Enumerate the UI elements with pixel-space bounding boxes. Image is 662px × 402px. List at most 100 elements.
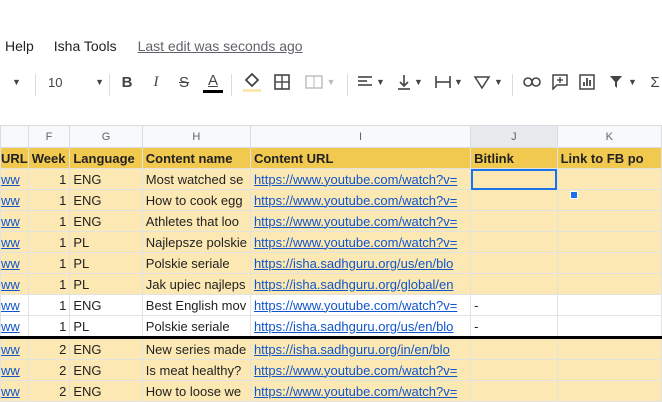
cell-language[interactable]: ENG: [69, 336, 143, 360]
cell-week[interactable]: 2: [27, 359, 71, 381]
column-header-h[interactable]: H: [141, 125, 251, 148]
cell-week[interactable]: 1: [27, 231, 71, 253]
insert-comment-button[interactable]: [549, 68, 571, 96]
fill-handle[interactable]: [570, 191, 578, 199]
header-cell-content-url[interactable]: Content URL: [249, 147, 472, 169]
filter-button[interactable]: ▼: [606, 68, 640, 96]
cell-week[interactable]: 1: [27, 294, 71, 316]
cell-content-name[interactable]: How to loose we: [141, 380, 251, 402]
cell-url[interactable]: ww: [0, 336, 29, 360]
text-wrap-button[interactable]: ▼: [434, 68, 464, 96]
cell-week[interactable]: 1: [27, 168, 71, 190]
cell-fb-link[interactable]: [556, 315, 662, 338]
cell-url[interactable]: ww: [0, 359, 29, 381]
cell-language[interactable]: ENG: [69, 189, 143, 211]
cell-content-name[interactable]: Athletes that loo: [141, 210, 251, 232]
cell-url[interactable]: ww: [0, 168, 29, 190]
cell-content-url[interactable]: https://isha.sadhguru.org/global/en: [249, 273, 472, 295]
cell-url[interactable]: ww: [0, 252, 29, 274]
cell-url[interactable]: ww: [0, 231, 29, 253]
menu-help[interactable]: Help: [5, 38, 34, 54]
insert-chart-button[interactable]: [576, 68, 598, 96]
cell-content-url[interactable]: https://isha.sadhguru.org/us/en/blo: [249, 315, 472, 338]
cell-url[interactable]: ww: [0, 380, 29, 402]
cell-language[interactable]: PL: [69, 252, 143, 274]
cell-language[interactable]: ENG: [69, 210, 143, 232]
strikethrough-button[interactable]: S: [175, 68, 193, 96]
cell-week[interactable]: 1: [27, 315, 71, 338]
cell-bitlink[interactable]: [470, 336, 558, 360]
insert-link-button[interactable]: [521, 68, 543, 96]
cell-content-name[interactable]: Best English mov: [141, 294, 251, 316]
header-cell-url[interactable]: URL: [0, 147, 29, 169]
header-cell-language[interactable]: Language: [69, 147, 143, 169]
cell-bitlink[interactable]: -: [470, 294, 558, 316]
cell-bitlink[interactable]: [470, 189, 558, 211]
cell-url[interactable]: ww: [0, 189, 29, 211]
cell-week[interactable]: 1: [27, 252, 71, 274]
cell-bitlink[interactable]: -: [470, 315, 558, 338]
cell-url[interactable]: ww: [0, 210, 29, 232]
cell-url[interactable]: ww: [0, 294, 29, 316]
cell-content-name[interactable]: Is meat healthy?: [141, 359, 251, 381]
cell-fb-link[interactable]: [556, 380, 662, 402]
cell-content-url[interactable]: https://www.youtube.com/watch?v=: [249, 231, 472, 253]
horizontal-align-button[interactable]: ▼: [356, 68, 386, 96]
cell-content-url[interactable]: https://www.youtube.com/watch?v=: [249, 294, 472, 316]
cell-fb-link[interactable]: [556, 252, 662, 274]
text-color-button[interactable]: A: [202, 68, 224, 96]
cell-language[interactable]: PL: [69, 315, 143, 338]
borders-button[interactable]: [272, 68, 292, 96]
cell-content-name[interactable]: New series made: [141, 336, 251, 360]
merge-cells-button[interactable]: ▼: [302, 68, 338, 96]
cell-content-name[interactable]: Most watched se: [141, 168, 251, 190]
column-header-f[interactable]: F: [27, 125, 71, 148]
cell-url[interactable]: ww: [0, 273, 29, 295]
column-header-k[interactable]: K: [556, 125, 662, 148]
cell-language[interactable]: ENG: [69, 294, 143, 316]
bold-button[interactable]: B: [118, 68, 136, 96]
vertical-align-button[interactable]: ▼: [395, 68, 425, 96]
cell-content-url[interactable]: https://www.youtube.com/watch?v=: [249, 380, 472, 402]
column-header-g[interactable]: G: [69, 125, 143, 148]
cell-content-url[interactable]: https://www.youtube.com/watch?v=: [249, 189, 472, 211]
header-cell-content-name[interactable]: Content name: [141, 147, 251, 169]
cell-week[interactable]: 2: [27, 336, 71, 360]
cell-fb-link[interactable]: [556, 273, 662, 295]
cell-url[interactable]: ww: [0, 315, 29, 338]
cell-content-url[interactable]: https://isha.sadhguru.org/us/en/blo: [249, 252, 472, 274]
cell-fb-link[interactable]: [556, 231, 662, 253]
cell-content-name[interactable]: Polskie seriale: [141, 315, 251, 338]
cell-bitlink-active[interactable]: [470, 168, 558, 190]
cell-language[interactable]: ENG: [69, 380, 143, 402]
cell-content-name[interactable]: How to cook egg: [141, 189, 251, 211]
cell-fb-link[interactable]: [556, 210, 662, 232]
column-header-e[interactable]: [0, 125, 29, 148]
menu-isha-tools[interactable]: Isha Tools: [54, 38, 117, 54]
cell-language[interactable]: PL: [69, 273, 143, 295]
italic-button[interactable]: I: [147, 68, 165, 96]
cell-bitlink[interactable]: [470, 273, 558, 295]
cell-fb-link[interactable]: [556, 294, 662, 316]
cell-content-name[interactable]: Jak upiec najleps: [141, 273, 251, 295]
cell-content-name[interactable]: Polskie seriale: [141, 252, 251, 274]
font-size-select[interactable]: 10 ▼: [48, 68, 104, 96]
cell-bitlink[interactable]: [470, 359, 558, 381]
cell-content-url[interactable]: https://www.youtube.com/watch?v=: [249, 168, 472, 190]
header-cell-week[interactable]: Week: [27, 147, 71, 169]
cell-fb-link[interactable]: [556, 168, 662, 190]
cell-language[interactable]: ENG: [69, 168, 143, 190]
cell-week[interactable]: 1: [27, 189, 71, 211]
cell-language[interactable]: PL: [69, 231, 143, 253]
column-header-i[interactable]: I: [249, 125, 472, 148]
cell-content-name[interactable]: Najlepsze polskie: [141, 231, 251, 253]
fill-color-button[interactable]: [240, 68, 264, 96]
header-cell-fb-link[interactable]: Link to FB po: [556, 147, 662, 169]
cell-language[interactable]: ENG: [69, 359, 143, 381]
last-edit-link[interactable]: Last edit was seconds ago: [138, 38, 303, 54]
cell-bitlink[interactable]: [470, 231, 558, 253]
cell-content-url[interactable]: https://www.youtube.com/watch?v=: [249, 359, 472, 381]
column-header-j[interactable]: J: [470, 125, 558, 148]
cell-fb-link[interactable]: [556, 336, 662, 360]
header-cell-bitlink[interactable]: Bitlink: [470, 147, 558, 169]
